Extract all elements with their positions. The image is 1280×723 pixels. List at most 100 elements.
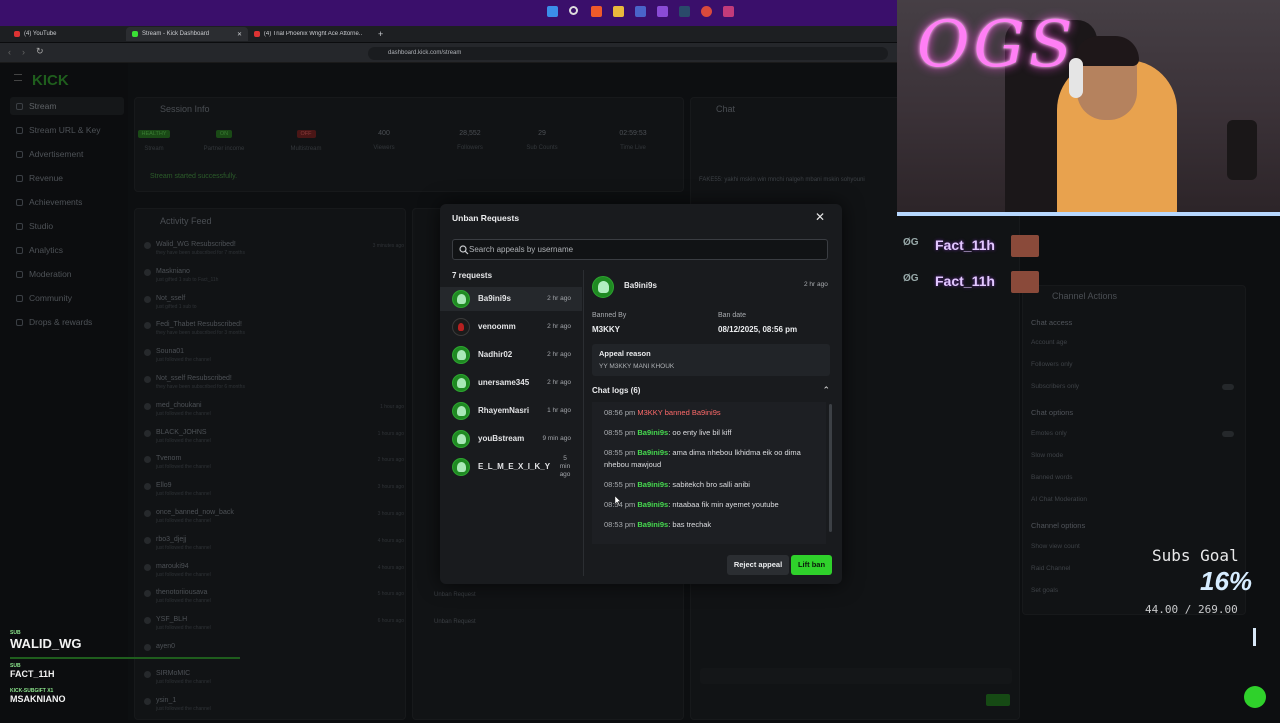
log-user: Ba9ini9s — [637, 500, 669, 509]
chat-log-row: 08:54 pm Ba9ini9s: ntaabaa fik min ayeme… — [604, 499, 816, 511]
unban-requests-modal: Unban Requests ✕ 7 requests Ba9ini9s 2 hr… — [440, 204, 842, 584]
unban-request-row: Unban Request — [434, 592, 476, 598]
request-time: 2 hr ago — [804, 281, 828, 288]
feed-time: 1 hours ago — [377, 430, 404, 437]
request-item[interactable]: venoomm 2 hr ago — [440, 315, 582, 339]
feed-row: Not_sself just gifted 1 sub to — [144, 295, 404, 321]
log-time: 08:55 pm — [604, 448, 636, 457]
sidebar-item-advertisement[interactable]: Advertisement — [10, 145, 124, 163]
maps-icon[interactable] — [723, 6, 734, 17]
feed-title: once_banned_now_back — [156, 509, 234, 516]
stat-label: Viewers — [373, 145, 395, 151]
feed-subtitle: just followed the channel — [156, 410, 211, 417]
back-icon[interactable]: ‹ — [8, 47, 11, 57]
chrome-icon[interactable] — [701, 6, 712, 17]
request-item[interactable]: RhayemNasri 1 hr ago — [440, 399, 582, 423]
menu-icon[interactable] — [14, 74, 22, 81]
feed-title: SIRMoMIC — [156, 669, 191, 677]
search-field[interactable] — [452, 239, 828, 260]
sidebar-item-stream-url[interactable]: Stream URL & Key — [10, 121, 124, 139]
feed-title: marouki94 — [156, 562, 189, 570]
lift-ban-button[interactable]: Lift ban — [791, 555, 832, 575]
brave-browser-icon[interactable] — [591, 6, 602, 17]
feed-time: 5 hours ago — [377, 591, 404, 598]
account-age-setting[interactable]: Account age — [1031, 339, 1236, 351]
feed-row: once_banned_now_back just followed the ch… — [144, 509, 404, 535]
ogs-logo-icon: ØG — [903, 237, 919, 248]
stream-icon — [16, 102, 23, 110]
channel-options-heading: Channel options — [1031, 521, 1086, 530]
request-item[interactable]: E_L_M_E_X_I_K_Y 5 min ago — [440, 455, 582, 479]
sidebar-item-analytics[interactable]: Analytics — [10, 241, 124, 259]
youtube-icon — [14, 31, 20, 37]
kick-logo[interactable]: KICK — [32, 72, 69, 89]
shield-icon — [16, 270, 23, 278]
ai-chat-moderation-setting[interactable]: AI Chat Moderation — [1031, 496, 1236, 508]
sidebar-item-revenue[interactable]: Revenue — [10, 169, 124, 187]
sidebar-item-achievements[interactable]: Achievements — [10, 193, 124, 211]
emotes-only-setting[interactable]: Emotes only — [1031, 430, 1236, 442]
tab-phoenix-wright[interactable]: (4) Trial Phoenix Wright Ace Attorne... — [248, 27, 368, 41]
heart-icon — [144, 697, 151, 705]
tab-kick-dashboard[interactable]: Stream - Kick Dashboard ✕ — [126, 27, 248, 41]
kick-chat-icon[interactable] — [1244, 686, 1266, 708]
file-explorer-icon[interactable] — [613, 6, 624, 17]
sidebar-item-moderation[interactable]: Moderation — [10, 265, 124, 283]
reject-appeal-button[interactable]: Reject appeal — [727, 555, 789, 575]
url-input[interactable]: dashboard.kick.com/stream — [368, 47, 888, 60]
reload-icon[interactable]: ↻ — [36, 46, 44, 57]
app-icon[interactable] — [635, 6, 646, 17]
search-input[interactable] — [469, 240, 819, 259]
sidebar-item-drops[interactable]: Drops & rewards — [10, 313, 124, 331]
sidebar-item-stream[interactable]: Stream — [10, 97, 124, 115]
windows-start-icon[interactable] — [547, 6, 558, 17]
chat-logs-header[interactable]: Chat logs (6) ⌃ — [592, 385, 832, 397]
chevron-up-icon[interactable]: ⌃ — [822, 385, 830, 396]
chat-message: FAKE55: yakhi mskin win mnchi nalgeh mba… — [699, 177, 865, 183]
toggle[interactable] — [1222, 384, 1234, 390]
avatar — [452, 402, 470, 420]
chat-logs-scrollbar[interactable] — [829, 404, 832, 532]
followers-only-setting[interactable]: Followers only — [1031, 361, 1236, 373]
sub-progress-bar — [10, 657, 240, 659]
feed-subtitle: just followed the channel — [156, 705, 211, 712]
request-item[interactable]: Nadhir02 2 hr ago — [440, 343, 582, 367]
stream-status-message: Stream started successfully. — [150, 173, 238, 180]
feed-row: SIRMoMIC just followed the channel — [144, 670, 404, 696]
request-item[interactable]: unersame345 2 hr ago — [440, 371, 582, 395]
stat-value: 400 — [378, 130, 390, 137]
steam-icon[interactable] — [679, 6, 690, 17]
subscribers-only-setting[interactable]: Subscribers only — [1031, 383, 1236, 395]
kick-avatar-icon — [457, 378, 466, 388]
gift-icon — [16, 318, 23, 326]
new-tab-button[interactable]: + — [372, 27, 386, 41]
request-time: 2 hr ago — [547, 323, 571, 330]
chat-send-button[interactable] — [986, 694, 1010, 706]
sub-name: FACT_11H — [10, 669, 55, 679]
toggle[interactable] — [1222, 431, 1234, 437]
chat-log-row: 08:56 pm M3KKY banned Ba9ini9s — [604, 407, 816, 419]
request-time: 5 min ago — [559, 455, 571, 478]
feed-title: ayen0 — [156, 643, 176, 650]
tab-youtube[interactable]: (4) YouTube — [8, 27, 126, 41]
appeal-reason-label: Appeal reason — [599, 349, 651, 358]
requests-count: 7 requests — [452, 271, 493, 280]
sub-label: SUB WALID_WG — [10, 630, 82, 651]
close-tab-icon[interactable]: ✕ — [237, 31, 242, 38]
sidebar-item-studio[interactable]: Studio — [10, 217, 124, 235]
stat-label: Time Live — [620, 145, 646, 151]
heart-icon — [144, 429, 151, 437]
heart-icon — [144, 670, 151, 678]
close-icon[interactable]: ✕ — [813, 210, 827, 224]
request-item[interactable]: youBstream 9 min ago — [440, 427, 582, 451]
banned-words-setting[interactable]: Banned words — [1031, 474, 1236, 486]
request-item[interactable]: Ba9ini9s 2 hr ago — [440, 287, 582, 311]
search-icon[interactable] — [569, 6, 578, 15]
heart-icon — [144, 644, 151, 651]
chat-input[interactable] — [700, 668, 1012, 684]
forward-icon[interactable]: › — [22, 47, 25, 57]
twitch-icon[interactable] — [657, 6, 668, 17]
sidebar-item-community[interactable]: Community — [10, 289, 124, 307]
feed-subtitle: they have been subscribed for 6 months — [156, 384, 245, 390]
slow-mode-setting[interactable]: Slow mode — [1031, 452, 1236, 464]
